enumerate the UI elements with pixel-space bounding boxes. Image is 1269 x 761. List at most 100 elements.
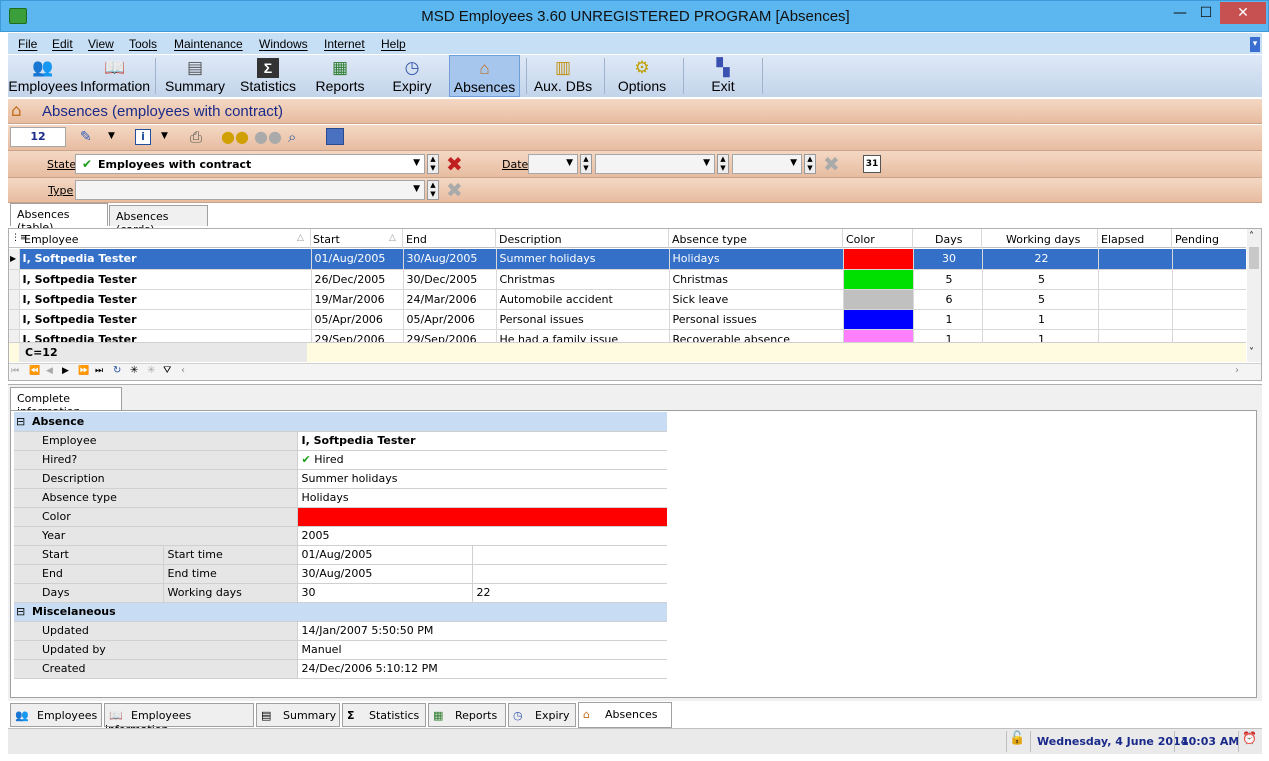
- bottom-tab-absences[interactable]: ⌂ Absences: [578, 702, 672, 728]
- bottom-tab-reports[interactable]: ▦ Reports: [428, 703, 506, 727]
- maximize-button[interactable]: ☐: [1194, 2, 1218, 24]
- row-indicator[interactable]: [9, 329, 20, 342]
- cell-description[interactable]: He had a family issue: [496, 329, 670, 342]
- cell-absence-type[interactable]: Holidays: [669, 249, 844, 270]
- close-button[interactable]: ✕: [1220, 2, 1266, 24]
- cell-days[interactable]: 1: [913, 309, 983, 330]
- toolbar-exit-button[interactable]: ▚ Exit: [688, 55, 758, 97]
- collapse-misc-icon[interactable]: ⊟: [14, 602, 28, 622]
- cell-end[interactable]: 29/Sep/2006: [403, 329, 497, 342]
- menu-file[interactable]: File: [18, 37, 37, 51]
- date-to-select[interactable]: ▼: [732, 154, 802, 174]
- hscroll-left-icon[interactable]: ‹: [181, 365, 185, 376]
- cell-end[interactable]: 30/Dec/2005: [403, 269, 497, 290]
- toolbar-aux-dbs-button[interactable]: ▥ Aux. DBs: [528, 55, 598, 97]
- toolbar-information-button[interactable]: 📖 Information: [80, 55, 150, 97]
- cell-working-days[interactable]: 1: [982, 329, 1099, 342]
- scroll-up-icon[interactable]: ˄: [1249, 231, 1254, 242]
- cell-description[interactable]: Christmas: [496, 269, 670, 290]
- edit-dropdown-icon[interactable]: ▼: [108, 131, 115, 141]
- layout-icon[interactable]: [326, 128, 344, 145]
- date-to-spinner[interactable]: ▲ ▼: [804, 154, 816, 174]
- cell-end[interactable]: 24/Mar/2006: [403, 289, 497, 310]
- cell-color-swatch[interactable]: [843, 309, 914, 330]
- bottom-tab-expiry[interactable]: ◷ Expiry: [508, 703, 576, 727]
- cell-absence-type[interactable]: Recoverable absence: [669, 329, 844, 342]
- type-select[interactable]: ▼: [75, 180, 425, 200]
- cell-employee[interactable]: I, Softpedia Tester: [19, 329, 312, 342]
- tab-complete-information[interactable]: Complete information: [10, 387, 122, 418]
- tab-absences-table[interactable]: Absences (table): [10, 203, 108, 234]
- cell-pending[interactable]: [1172, 249, 1246, 270]
- nav-last-icon[interactable]: ⏭: [95, 366, 103, 376]
- cell-working-days[interactable]: 5: [982, 289, 1099, 310]
- minimize-button[interactable]: —: [1168, 2, 1192, 24]
- date-operator-select[interactable]: ▼: [528, 154, 578, 174]
- cell-pending[interactable]: [1172, 329, 1246, 342]
- grid-vscrollbar[interactable]: ˄ ˅: [1247, 229, 1261, 362]
- toolbar-reports-button[interactable]: ▦ Reports: [305, 55, 375, 97]
- cell-start[interactable]: 05/Apr/2006: [311, 309, 404, 330]
- bottom-tab-employees-information[interactable]: 📖Employees information: [104, 703, 254, 736]
- menu-maintenance[interactable]: Maintenance: [174, 37, 243, 51]
- clear-state-icon[interactable]: ✖: [446, 154, 463, 174]
- col-employee[interactable]: Employee: [24, 233, 78, 246]
- cell-pending[interactable]: [1172, 269, 1246, 290]
- row-indicator[interactable]: [9, 289, 20, 310]
- cell-employee[interactable]: I, Softpedia Tester: [19, 269, 312, 290]
- toolbar-employees-button[interactable]: 👥 Employees: [8, 55, 78, 97]
- row-indicator[interactable]: [9, 269, 20, 290]
- cell-color-swatch[interactable]: [843, 249, 914, 270]
- scroll-thumb[interactable]: [1249, 247, 1259, 269]
- calendar-icon[interactable]: 31: [863, 155, 881, 173]
- cell-start[interactable]: 29/Sep/2006: [311, 329, 404, 342]
- toolbar-statistics-button[interactable]: Σ Statistics: [233, 55, 303, 97]
- col-end[interactable]: End: [406, 233, 427, 246]
- cell-working-days[interactable]: 22: [982, 249, 1099, 270]
- cell-color-swatch[interactable]: [843, 269, 914, 290]
- cell-start[interactable]: 01/Aug/2005: [311, 249, 404, 270]
- menu-edit[interactable]: Edit: [52, 37, 73, 51]
- menu-internet[interactable]: Internet: [324, 37, 365, 51]
- cell-days[interactable]: 6: [913, 289, 983, 310]
- table-row[interactable]: I, Softpedia Tester 05/Apr/2006 05/Apr/200…: [9, 309, 1246, 330]
- cell-employee[interactable]: I, Softpedia Tester: [19, 249, 312, 270]
- group-icon[interactable]: ●●: [221, 127, 249, 146]
- cell-color-swatch[interactable]: [843, 329, 914, 342]
- nav-filter-icon[interactable]: ⛛: [163, 365, 171, 376]
- row-indicator[interactable]: [9, 309, 20, 330]
- toolbar-options-button[interactable]: ⚙ Options: [606, 55, 678, 97]
- cell-elapsed[interactable]: [1098, 269, 1173, 290]
- cell-elapsed[interactable]: [1098, 289, 1173, 310]
- table-row[interactable]: ▶ I, Softpedia Tester 01/Aug/2005 30/Aug/20…: [9, 249, 1246, 270]
- col-working-days[interactable]: Working days: [1006, 233, 1080, 246]
- cell-end[interactable]: 30/Aug/2005: [403, 249, 497, 270]
- cell-absence-type[interactable]: Sick leave: [669, 289, 844, 310]
- col-start[interactable]: Start: [313, 233, 340, 246]
- col-pending[interactable]: Pending: [1175, 233, 1219, 246]
- toolbar-absences-button[interactable]: ⌂ Absences: [449, 55, 520, 97]
- menu-tools[interactable]: Tools: [129, 37, 157, 51]
- cell-start[interactable]: 26/Dec/2005: [311, 269, 404, 290]
- nav-next-page-icon[interactable]: ⏩: [78, 366, 89, 376]
- state-spinner[interactable]: ▲ ▼: [427, 154, 439, 174]
- cell-pending[interactable]: [1172, 289, 1246, 310]
- edit-icon[interactable]: ✎: [80, 129, 92, 145]
- current-row-indicator-icon[interactable]: ▶: [9, 249, 20, 270]
- bottom-tab-summary[interactable]: ▤ Summary: [256, 703, 340, 727]
- cell-elapsed[interactable]: [1098, 309, 1173, 330]
- toolbar-expiry-button[interactable]: ◷ Expiry: [377, 55, 447, 97]
- cell-working-days[interactable]: 1: [982, 309, 1099, 330]
- date-from-spinner[interactable]: ▲ ▼: [717, 154, 729, 174]
- info-dropdown-icon[interactable]: ▼: [161, 131, 168, 141]
- menu-view[interactable]: View: [88, 37, 114, 51]
- col-color[interactable]: Color: [846, 233, 875, 246]
- toolbar-summary-button[interactable]: ▤ Summary: [160, 55, 230, 97]
- menu-windows[interactable]: Windows: [259, 37, 308, 51]
- nav-insert-icon[interactable]: ✳: [130, 365, 138, 376]
- collapse-absence-icon[interactable]: ⊟: [14, 412, 28, 432]
- cell-employee[interactable]: I, Softpedia Tester: [19, 309, 312, 330]
- info-icon[interactable]: i: [135, 129, 151, 145]
- cell-description[interactable]: Automobile accident: [496, 289, 670, 310]
- col-absence-type[interactable]: Absence type: [672, 233, 747, 246]
